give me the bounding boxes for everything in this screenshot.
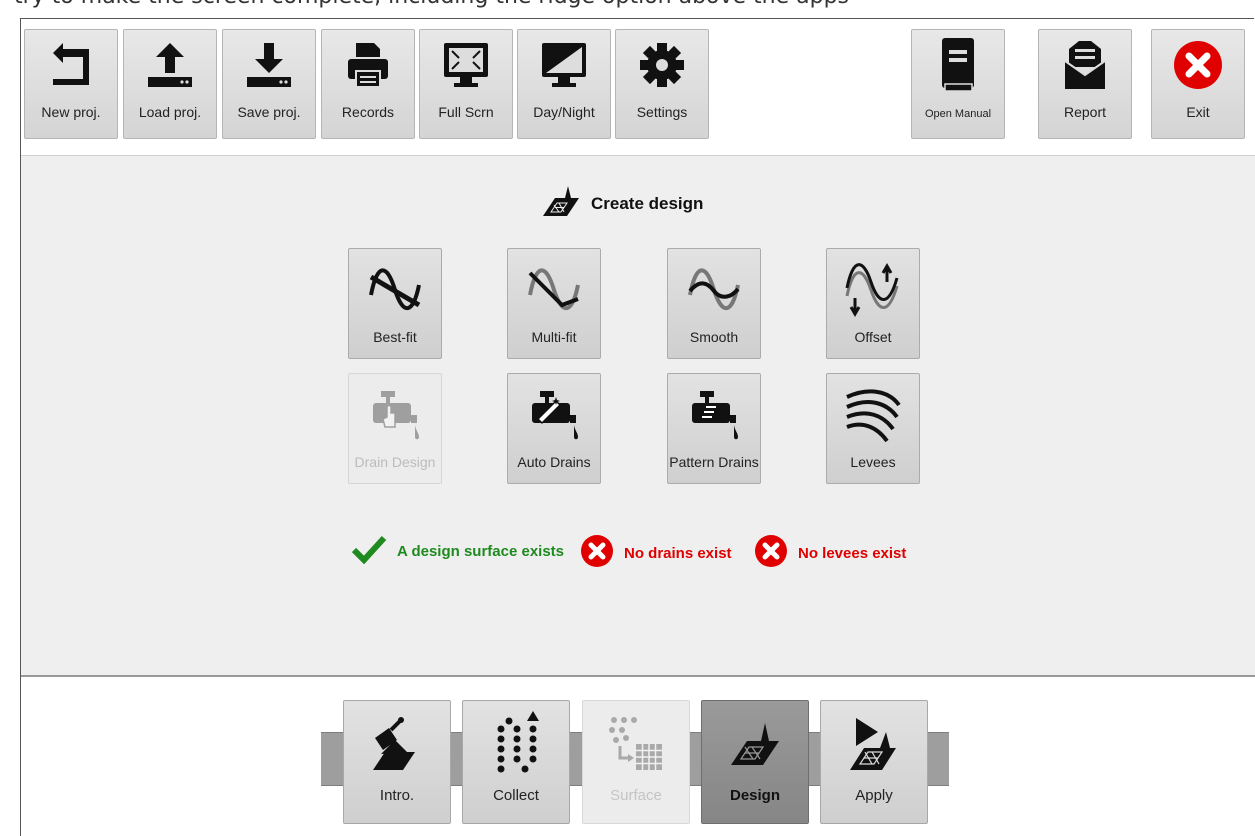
- records-button[interactable]: Records: [321, 29, 415, 139]
- step-design-button[interactable]: Design: [701, 700, 809, 824]
- levees-label: Levees: [850, 454, 896, 470]
- report-label: Report: [1063, 104, 1107, 120]
- levees-status: No levees exist: [754, 534, 906, 572]
- exit-button[interactable]: Exit: [1151, 29, 1245, 139]
- new-project-icon: [45, 30, 97, 100]
- load-project-button[interactable]: Load proj.: [123, 29, 217, 139]
- smooth-button[interactable]: Smooth: [667, 248, 761, 359]
- design-title-icon: [541, 184, 581, 223]
- records-label: Records: [341, 104, 395, 120]
- checkmark-icon: [351, 534, 387, 568]
- drains-status-text: No drains exist: [624, 544, 732, 562]
- settings-label: Settings: [636, 104, 688, 120]
- new-project-label: New proj.: [41, 104, 101, 120]
- error-icon: [580, 534, 614, 572]
- section-header: Create design: [541, 184, 703, 223]
- drains-status: No drains exist: [580, 534, 732, 572]
- manual-book-icon: [938, 30, 978, 100]
- smooth-label: Smooth: [689, 329, 739, 345]
- gear-icon: [636, 30, 688, 100]
- cropped-caption: try to make the screen complete, includi…: [0, 0, 1255, 20]
- offset-button[interactable]: Offset: [826, 248, 920, 359]
- open-manual-label: Open Manual: [924, 108, 992, 120]
- full-screen-button[interactable]: Full Scrn: [419, 29, 513, 139]
- pattern-drains-icon: [686, 376, 742, 454]
- printer-icon: [342, 30, 394, 100]
- pattern-drains-label: Pattern Drains: [669, 454, 759, 470]
- step-design-label: Design: [729, 787, 780, 804]
- error-icon: [754, 534, 788, 572]
- smooth-icon: [686, 251, 742, 329]
- auto-drains-icon: [526, 376, 582, 454]
- pattern-drains-button[interactable]: Pattern Drains: [667, 373, 761, 484]
- step-collect-label: Collect: [493, 787, 539, 804]
- multi-fit-button[interactable]: Multi-fit: [507, 248, 601, 359]
- auto-drains-label: Auto Drains: [517, 454, 591, 470]
- download-icon: [243, 30, 295, 100]
- day-night-icon: [538, 30, 590, 100]
- open-manual-button[interactable]: Open Manual: [911, 29, 1005, 139]
- multi-fit-label: Multi-fit: [531, 329, 577, 345]
- offset-label: Offset: [854, 329, 892, 345]
- multi-fit-icon: [526, 251, 582, 329]
- create-design-title: Create design: [591, 193, 704, 213]
- day-night-label: Day/Night: [533, 104, 595, 120]
- drain-design-label: Drain Design: [354, 454, 436, 470]
- drain-design-button[interactable]: Drain Design: [348, 373, 442, 484]
- apply-icon: [844, 701, 904, 787]
- drain-design-icon: [367, 376, 423, 454]
- levees-button[interactable]: Levees: [826, 373, 920, 484]
- full-screen-label: Full Scrn: [438, 104, 494, 120]
- save-project-label: Save proj.: [237, 104, 301, 120]
- app-window: New proj. Load proj. Save proj. Records …: [20, 18, 1255, 836]
- auto-drains-button[interactable]: Auto Drains: [507, 373, 601, 484]
- settings-button[interactable]: Settings: [615, 29, 709, 139]
- exit-label: Exit: [1186, 104, 1210, 120]
- design-icon: [727, 701, 783, 787]
- step-apply-label: Apply: [855, 787, 893, 804]
- step-apply-button[interactable]: Apply: [820, 700, 928, 824]
- design-panel: Create design Best-fit Multi-fit Smooth: [21, 155, 1255, 677]
- offset-icon: [843, 251, 903, 329]
- day-night-button[interactable]: Day/Night: [517, 29, 611, 139]
- best-fit-label: Best-fit: [373, 329, 417, 345]
- step-surface-button[interactable]: Surface: [582, 700, 690, 824]
- new-project-button[interactable]: New proj.: [24, 29, 118, 139]
- exit-icon: [1172, 30, 1224, 100]
- upload-icon: [144, 30, 196, 100]
- collect-icon: [491, 701, 541, 787]
- intro-icon: [367, 701, 427, 787]
- report-button[interactable]: Report: [1038, 29, 1132, 139]
- load-project-label: Load proj.: [138, 104, 202, 120]
- save-project-button[interactable]: Save proj.: [222, 29, 316, 139]
- fullscreen-icon: [440, 30, 492, 100]
- step-surface-label: Surface: [610, 787, 662, 804]
- step-intro-button[interactable]: Intro.: [343, 700, 451, 824]
- surface-icon: [606, 701, 666, 787]
- report-icon: [1059, 30, 1111, 100]
- best-fit-button[interactable]: Best-fit: [348, 248, 442, 359]
- levees-icon: [845, 376, 901, 454]
- step-collect-button[interactable]: Collect: [462, 700, 570, 824]
- design-surface-status: A design surface exists: [351, 534, 564, 568]
- design-surface-status-text: A design surface exists: [397, 542, 565, 560]
- levees-status-text: No levees exist: [798, 544, 907, 562]
- best-fit-icon: [367, 251, 423, 329]
- step-intro-label: Intro.: [379, 787, 415, 804]
